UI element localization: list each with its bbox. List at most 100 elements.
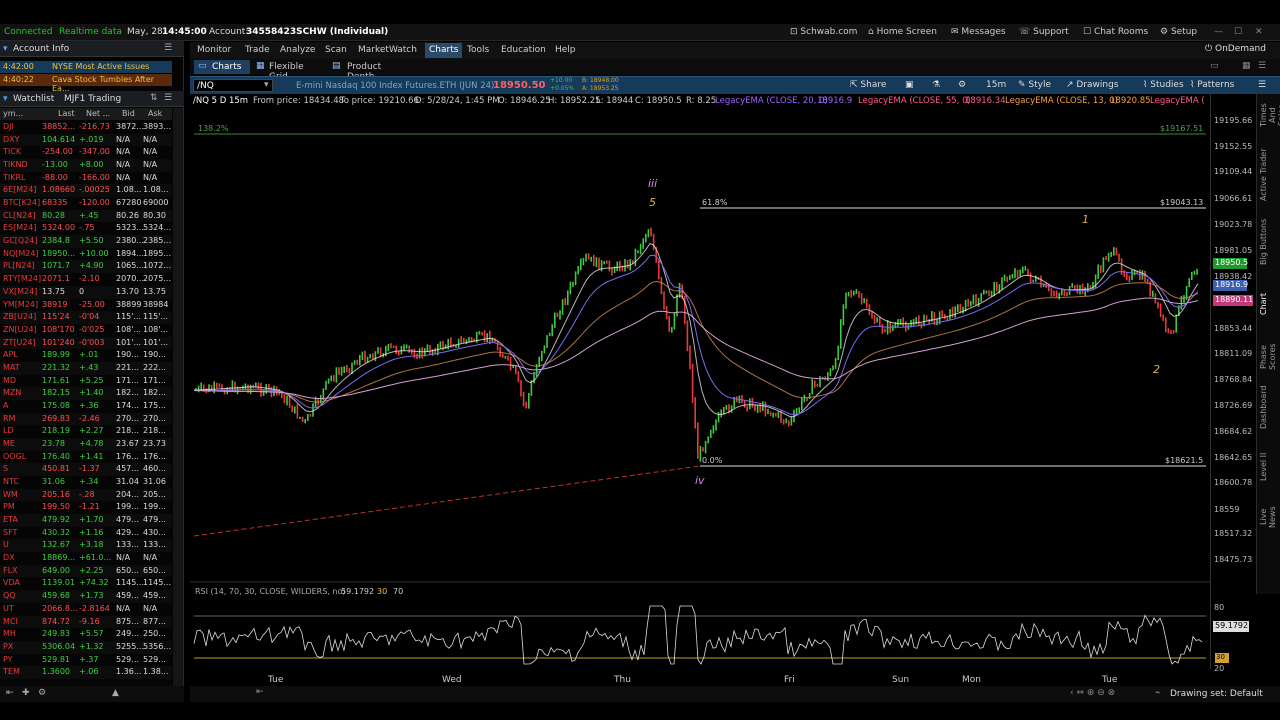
table-row[interactable]: ZN[U24] 108'170 -0'025 108'... 108'...	[0, 324, 172, 337]
side-tab-big-buttons[interactable]: Big Buttons	[1259, 214, 1279, 270]
add-icon[interactable]: ✚	[22, 688, 30, 698]
table-row[interactable]: DJI 38852... -216.73 3872... 3893...	[0, 121, 172, 134]
table-row[interactable]: MD 171.61 +5.25 171... 171...	[0, 375, 172, 388]
side-tab-phase-scores[interactable]: Phase Scores	[1259, 339, 1279, 375]
table-row[interactable]: PM 199.50 -1.21 199... 199...	[0, 501, 172, 514]
menu-icon[interactable]: ☰	[164, 93, 172, 103]
table-row[interactable]: APL 189.99 +.01 190... 190...	[0, 349, 172, 362]
snapshot-icon[interactable]: ▣	[905, 80, 914, 90]
table-row[interactable]: ETA 479.92 +1.70 479... 479...	[0, 514, 172, 527]
watchlist-selector[interactable]: MJF1 Trading	[64, 94, 121, 104]
side-tab-times-and-sales[interactable]: Times And Sales	[1259, 96, 1280, 135]
table-row[interactable]: TIKRL -88.00 -166.00 N/A N/A	[0, 172, 172, 185]
side-tab-dashboard[interactable]: Dashboard	[1259, 379, 1279, 435]
table-row[interactable]: MH 249.83 +5.57 249... 250...	[0, 628, 172, 641]
flask-icon[interactable]: ⚗	[932, 80, 940, 90]
menu-item-marketwatch[interactable]: MarketWatch	[358, 45, 417, 55]
menu-item-tools[interactable]: Tools	[467, 45, 489, 55]
table-row[interactable]: PX 5306.04 +1.32 5255... 5356...	[0, 640, 172, 654]
table-row[interactable]: TIKND -13.00 +8.00 N/A N/A	[0, 159, 172, 172]
menu-item-monitor[interactable]: Monitor	[197, 45, 231, 55]
side-tab-chart[interactable]: Chart	[1259, 274, 1279, 335]
table-row[interactable]: YM[M24] 38919 -25.00 38899 38984	[0, 299, 172, 312]
table-row[interactable]: VX[M24] 13.75 0 13.70 13.75	[0, 285, 172, 299]
table-row[interactable]: ZB[U24] 115'24 -0'04 115'... 115'...	[0, 311, 172, 324]
account-selector[interactable]: 34558423SCHW (Individual)	[246, 27, 388, 37]
price-chart[interactable]: 138.2% $19167.51 61.8% $19043.13 0.0% $1…	[190, 108, 1210, 686]
pan-icon[interactable]: ‹ ⇔ ⊕ ⊖ ⊗	[1070, 688, 1115, 698]
side-tab-active-trader[interactable]: Active Trader	[1259, 139, 1279, 210]
chat-rooms-link[interactable]: ☐ Chat Rooms	[1083, 27, 1148, 37]
symbol-input[interactable]: /NQ ▾	[193, 79, 273, 92]
setup-link[interactable]: ⚙ Setup	[1160, 27, 1197, 37]
table-row[interactable]: VDA 1139.01 +74.32 1145... 1145...	[0, 577, 172, 590]
menu-item-education[interactable]: Education	[501, 45, 546, 55]
share-button[interactable]: ⇱ Share	[850, 80, 886, 90]
home-screen-link[interactable]: ⌂ Home Screen	[868, 27, 937, 37]
table-row[interactable]: NQ[M24] 18950... +10.00 1894... 1895...	[0, 248, 172, 261]
style-button[interactable]: ✎ Style	[1018, 80, 1051, 90]
rsi-study-label[interactable]: RSI (14, 70, 30, CLOSE, WILDERS, no)	[195, 587, 345, 596]
detach-icon[interactable]: ⇤	[6, 688, 14, 698]
menu-item-help[interactable]: Help	[555, 45, 576, 55]
tab-charts[interactable]: ▭ Charts	[194, 60, 250, 74]
sort-icon[interactable]: ⇅	[150, 93, 158, 103]
collapse-icon[interactable]: ▲	[112, 688, 119, 698]
layout-icon[interactable]: ▭	[1210, 61, 1219, 71]
side-tab-level-ii[interactable]: Level II	[1259, 439, 1279, 495]
table-row[interactable]: SFT 430.32 +1.16 429... 430...	[0, 527, 172, 540]
menu-icon[interactable]: ☰	[1258, 61, 1266, 71]
table-row[interactable]: 6E[M24] 1.08660 -.00025 1.08... 1.08...	[0, 184, 172, 198]
table-row[interactable]: PY 529.81 +.37 529... 529...	[0, 654, 172, 667]
scroll-icon[interactable]: ⇤	[256, 687, 264, 697]
table-row[interactable]: S 450.81 -1.37 457... 460...	[0, 463, 172, 477]
table-row[interactable]: LD 218.19 +2.27 218... 218...	[0, 425, 172, 438]
table-row[interactable]: U 132.67 +3.18 133... 133...	[0, 539, 172, 553]
table-row[interactable]: QQ 459.68 +1.73 459... 459...	[0, 590, 172, 603]
account-info-header[interactable]: ▾ Account Info ☰	[0, 41, 184, 57]
table-row[interactable]: RTY[M24] 2071.1 -2.10 2070... 2075...	[0, 273, 172, 286]
gear-icon[interactable]: ⚙	[38, 688, 46, 698]
menu-item-scan[interactable]: Scan	[325, 45, 347, 55]
studies-button[interactable]: ⌇ Studies	[1143, 80, 1184, 90]
table-row[interactable]: BTC[K24] 68335 -120.00 67280 69000	[0, 197, 172, 210]
table-row[interactable]: DXY 104.614 +.019 N/A N/A	[0, 133, 172, 147]
table-row[interactable]: MAT 221.32 +.43 221... 222...	[0, 361, 172, 375]
drawing-set-label[interactable]: Drawing set: Default	[1170, 689, 1263, 699]
messages-link[interactable]: ✉ Messages	[951, 27, 1006, 37]
table-row[interactable]: GC[Q24] 2384.8 +5.50 2380... 2385...	[0, 235, 172, 248]
menu-item-trade[interactable]: Trade	[245, 45, 270, 55]
settings-icon[interactable]: ⚙	[958, 80, 966, 90]
drawings-button[interactable]: ↗ Drawings	[1066, 80, 1119, 90]
menu-icon[interactable]: ☰	[1258, 80, 1266, 90]
minimize-button[interactable]: —	[1214, 27, 1223, 37]
table-row[interactable]: OOGL 176.40 +1.41 176... 176...	[0, 451, 172, 464]
table-row[interactable]: MCI 874.72 -9.16 875... 877...	[0, 615, 172, 629]
table-row[interactable]: DX 18869... +61.0... N/A N/A	[0, 552, 172, 565]
support-link[interactable]: ☏ Support	[1019, 27, 1069, 37]
news-row[interactable]: 4:42:00 NYSE Most Active Issues	[0, 61, 172, 73]
grid-toggle-icon[interactable]: ▦	[1242, 61, 1251, 71]
menu-item-analyze[interactable]: Analyze	[280, 45, 315, 55]
maximize-button[interactable]: ☐	[1234, 27, 1242, 37]
news-row[interactable]: 4:40:22 Cava Stock Tumbles After Ea...	[0, 74, 172, 93]
patterns-button[interactable]: ⌇ Patterns	[1190, 80, 1234, 90]
watchlist-scrollbar[interactable]	[173, 108, 183, 688]
menu-item-charts[interactable]: Charts	[425, 43, 463, 58]
tab-product-depth[interactable]: ▤ Product Depth	[330, 60, 410, 82]
table-row[interactable]: TEM 1.3600 +.06 1.36... 1.38...	[0, 666, 172, 679]
table-row[interactable]: UT 2066.8... -2.8164 N/A N/A	[0, 603, 172, 616]
table-row[interactable]: RM 269.83 -2.46 270... 270...	[0, 412, 172, 426]
close-button[interactable]: ✕	[1255, 27, 1263, 37]
drawing-set-icon[interactable]: ⌁	[1155, 688, 1160, 698]
table-row[interactable]: TICK -254.00 -347.00 N/A N/A	[0, 146, 172, 159]
table-row[interactable]: ME 23.78 +4.78 23.67 23.73	[0, 438, 172, 451]
table-row[interactable]: WM 205.16 -.28 204... 205...	[0, 488, 172, 502]
table-row[interactable]: PL[N24] 1071.7 +4.90 1065... 1072...	[0, 260, 172, 274]
tab-flexible-grid[interactable]: ▦ Flexible Grid	[254, 60, 322, 82]
ondemand-button[interactable]: ⏻ OnDemand	[1205, 44, 1266, 54]
table-row[interactable]: FLX 649.00 +2.25 650... 650...	[0, 564, 172, 578]
table-row[interactable]: ES[M24] 5324.00 -.75 5323... 5324...	[0, 222, 172, 235]
table-row[interactable]: NTC 31.06 +.34 31.04 31.06	[0, 476, 172, 489]
side-tab-live-news[interactable]: Live News	[1259, 499, 1279, 535]
